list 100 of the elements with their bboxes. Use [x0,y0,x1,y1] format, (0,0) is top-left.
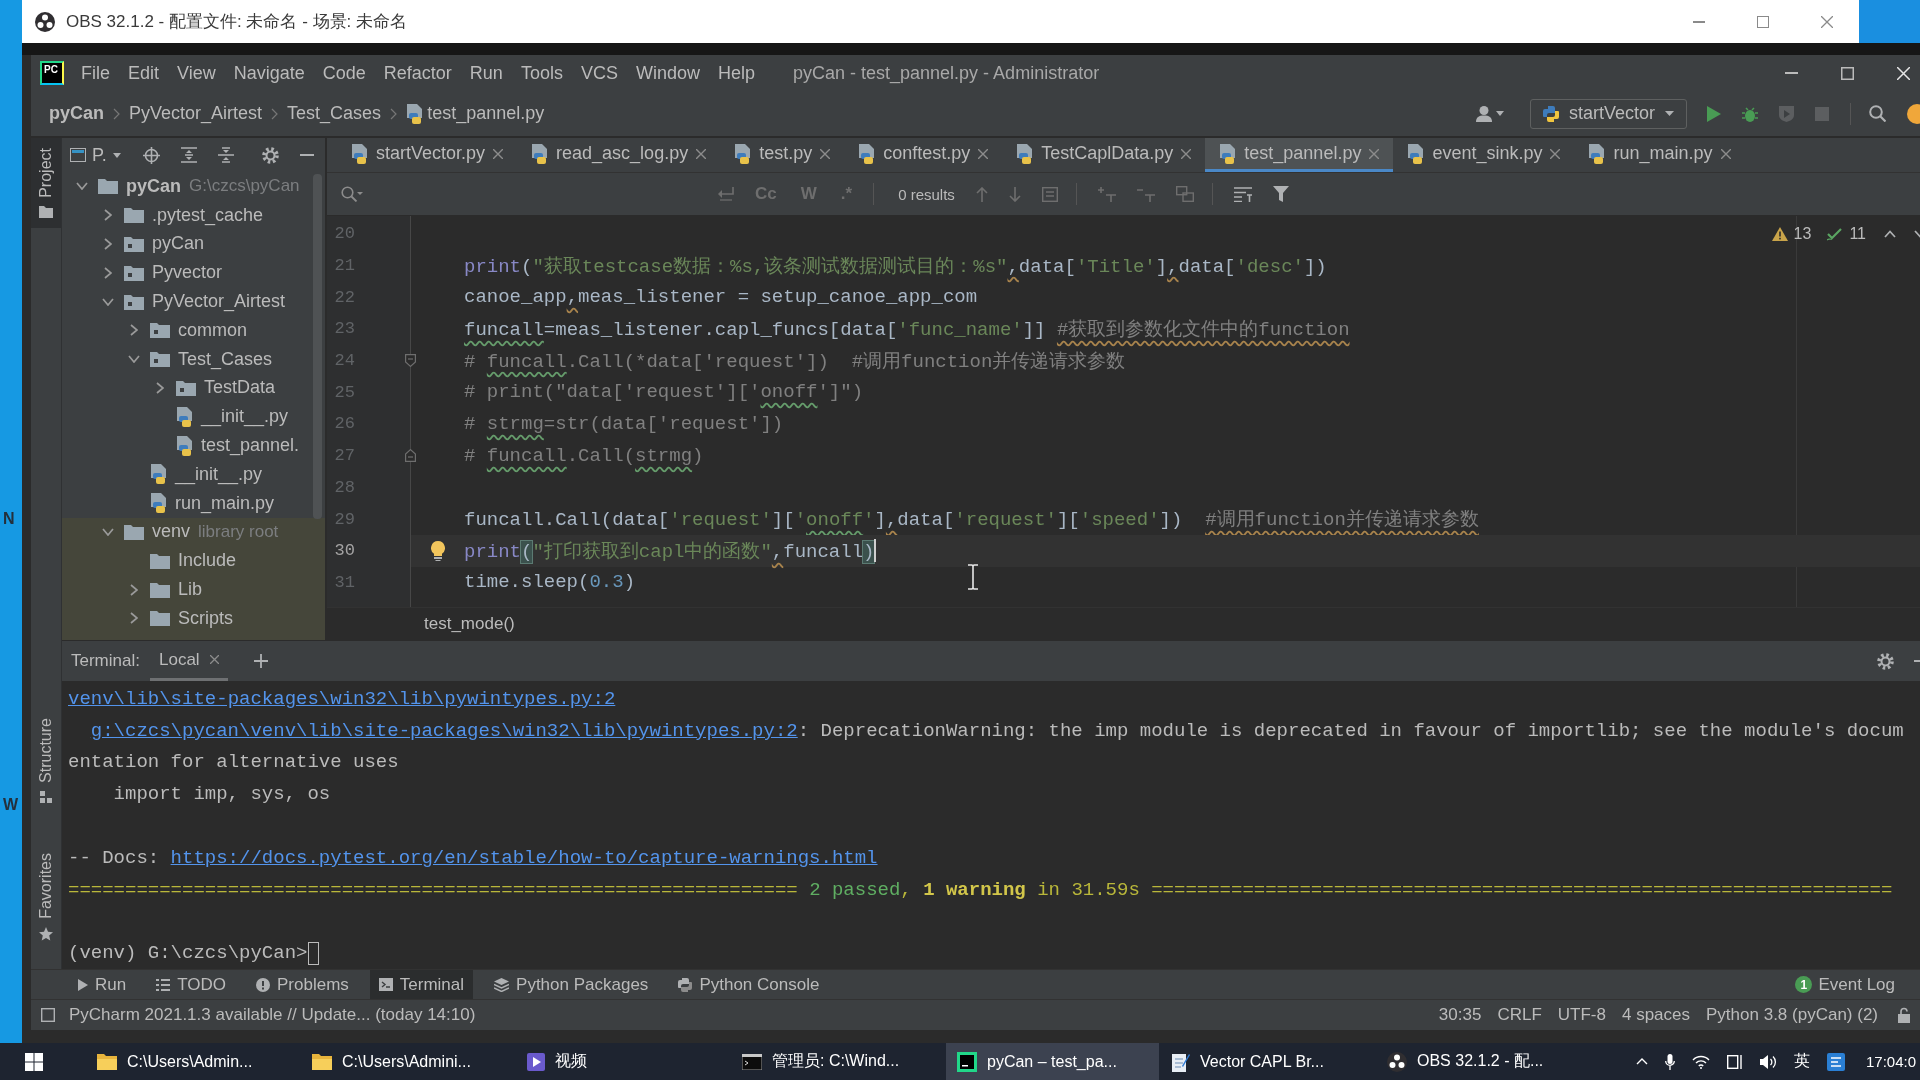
code-breadcrumb[interactable]: test_mode() [424,614,515,634]
editor-tab[interactable]: read_asc_log.py [517,138,721,172]
tree-item[interactable]: Include [178,550,237,572]
tree-item[interactable]: pyCan [126,175,181,197]
menu-item[interactable]: Edit [119,62,169,84]
status-item[interactable]: Python 3.8 (pyCan) (2) [1706,1005,1878,1025]
breadcrumb-item[interactable]: PyVector_Airtest [129,103,263,124]
status-item[interactable]: 30:35 [1438,1005,1482,1025]
menu-item[interactable]: View [168,62,225,84]
maximize-icon[interactable] [1757,15,1769,28]
tree-item[interactable]: Pyvector [152,262,223,284]
chevron-right-icon[interactable] [156,381,164,394]
crosshair-icon[interactable] [142,146,160,164]
collapse-all-icon[interactable] [217,147,234,163]
terminal-link[interactable]: https://docs.pytest.org/en/stable/how-to/capture-warnings.html [170,846,878,869]
breadcrumb-item[interactable]: test_pannel.py [427,103,545,124]
editor-tab[interactable]: test_pannel.py [1205,138,1394,172]
tool-window-tab[interactable]: Favorites [31,843,61,951]
tree-item[interactable]: common [178,319,248,341]
user-icon[interactable] [1475,105,1492,122]
chevron-right-icon[interactable] [130,612,138,625]
tree-item[interactable]: venv [152,521,191,543]
tree-item[interactable]: TestData [204,377,276,399]
status-item[interactable]: UTF-8 [1557,1005,1606,1025]
editor-tab[interactable]: run_main.py [1574,138,1745,172]
chevron-down-icon[interactable] [128,355,140,364]
warning-icon[interactable] [1771,227,1788,241]
tool-window-button[interactable]: Terminal [369,970,474,999]
search-icon[interactable] [1869,105,1886,122]
menu-item[interactable]: Window [626,62,709,84]
arrow-up-icon[interactable] [975,186,988,202]
microphone-icon[interactable] [1664,1053,1675,1070]
chevron-down-icon[interactable] [76,182,88,191]
minimize-icon[interactable] [1693,20,1705,23]
filter-icon[interactable] [1272,186,1289,202]
tool-window-button[interactable]: TODO [147,970,235,999]
settings-icon[interactable] [1877,652,1894,670]
editor-tab[interactable]: conftest.py [844,138,1003,172]
breadcrumb-item[interactable]: Test_Cases [287,103,382,124]
square-icon[interactable] [41,1008,55,1022]
taskbar-button[interactable]: OBS 32.1.2 - 配... [1376,1043,1589,1080]
status-message[interactable]: PyCharm 2021.1.3 available // Update... (today 14:10) [69,1005,476,1025]
run-configuration-dropdown[interactable]: startVector [1529,98,1687,129]
lightbulb-icon[interactable] [431,540,445,561]
tool-window-tab[interactable]: Structure [31,708,61,814]
tablet-icon[interactable] [1726,1054,1743,1069]
maximize-icon[interactable] [1841,66,1854,80]
tree-item[interactable]: pyCan [152,233,205,255]
editor-tab[interactable]: startVector.py [337,138,518,172]
taskbar-button[interactable]: C:\Users\Admin... [86,1043,299,1080]
menu-item[interactable]: Run [460,62,512,84]
run-icon[interactable] [1707,105,1721,122]
clock[interactable]: 17:04:0 [1865,1053,1916,1070]
windows-logo-icon[interactable] [25,1052,43,1071]
editor-tab[interactable]: TestCaplData.py [1002,138,1206,172]
tree-item[interactable]: Test_Cases [178,348,273,370]
editor-tab[interactable]: test.py [720,138,845,172]
taskbar-button[interactable]: 视频 [516,1043,729,1080]
menu-item[interactable]: Help [708,62,764,84]
chevron-up-icon[interactable] [1884,230,1896,238]
tree-item[interactable]: __init__.py [175,463,263,485]
tree-item[interactable]: __init__.py [201,406,289,428]
tool-window-button[interactable]: Problems [247,970,358,999]
taskbar-button[interactable]: C:\Users\Admini... [301,1043,514,1080]
menu-item[interactable]: File [72,62,119,84]
chevron-right-icon[interactable] [104,209,112,222]
select-occurrences-icon[interactable] [1175,186,1194,202]
chevron-down-icon[interactable] [102,297,114,306]
tree-item[interactable]: Lib [178,579,203,601]
chevron-right-icon[interactable] [130,583,138,596]
view-selector[interactable]: P. [70,144,121,166]
status-item[interactable]: CRLF [1497,1005,1542,1025]
select-all-icon[interactable] [1041,186,1058,202]
menu-item[interactable]: VCS [571,62,627,84]
filter-lines-icon[interactable] [1233,186,1252,202]
chevron-down-icon[interactable] [102,527,114,536]
settings-icon[interactable] [261,146,279,164]
tree-item[interactable]: run_main.py [175,492,275,514]
tool-window-tab[interactable]: Project [31,138,61,228]
caret-icon[interactable] [1495,111,1504,116]
tree-item[interactable]: Scripts [178,607,233,629]
taskbar-button[interactable]: 管理员: C:\Wind... [731,1043,944,1080]
tool-window-button[interactable]: Run [69,970,136,999]
menu-item[interactable]: Navigate [224,62,314,84]
chevron-right-icon[interactable] [130,324,138,337]
fold-marker-icon[interactable] [405,353,416,367]
lock-icon[interactable] [1898,1007,1910,1023]
taskbar-button[interactable]: Vector CAPL Br... [1161,1043,1374,1080]
keyboard-icon[interactable] [1826,1052,1845,1071]
terminal-link[interactable]: g:\czcs\pycan\venv\lib\site-packages\win32\lib\pywintypes.py:2 [90,719,798,742]
plus-icon[interactable] [253,654,268,668]
chevron-right-icon[interactable] [104,266,112,279]
tree-item[interactable]: .pytest_cache [152,204,264,226]
tool-window-button[interactable]: Python Console [669,970,829,999]
arrow-down-icon[interactable] [1008,186,1021,202]
tree-item[interactable]: test_pannel. [201,435,300,457]
input-language-indicator[interactable]: 英 [1793,1051,1810,1072]
scrollbar-thumb[interactable] [313,174,322,519]
wifi-icon[interactable] [1691,1054,1710,1069]
event-log-button[interactable]: Event Log [1812,970,1904,999]
